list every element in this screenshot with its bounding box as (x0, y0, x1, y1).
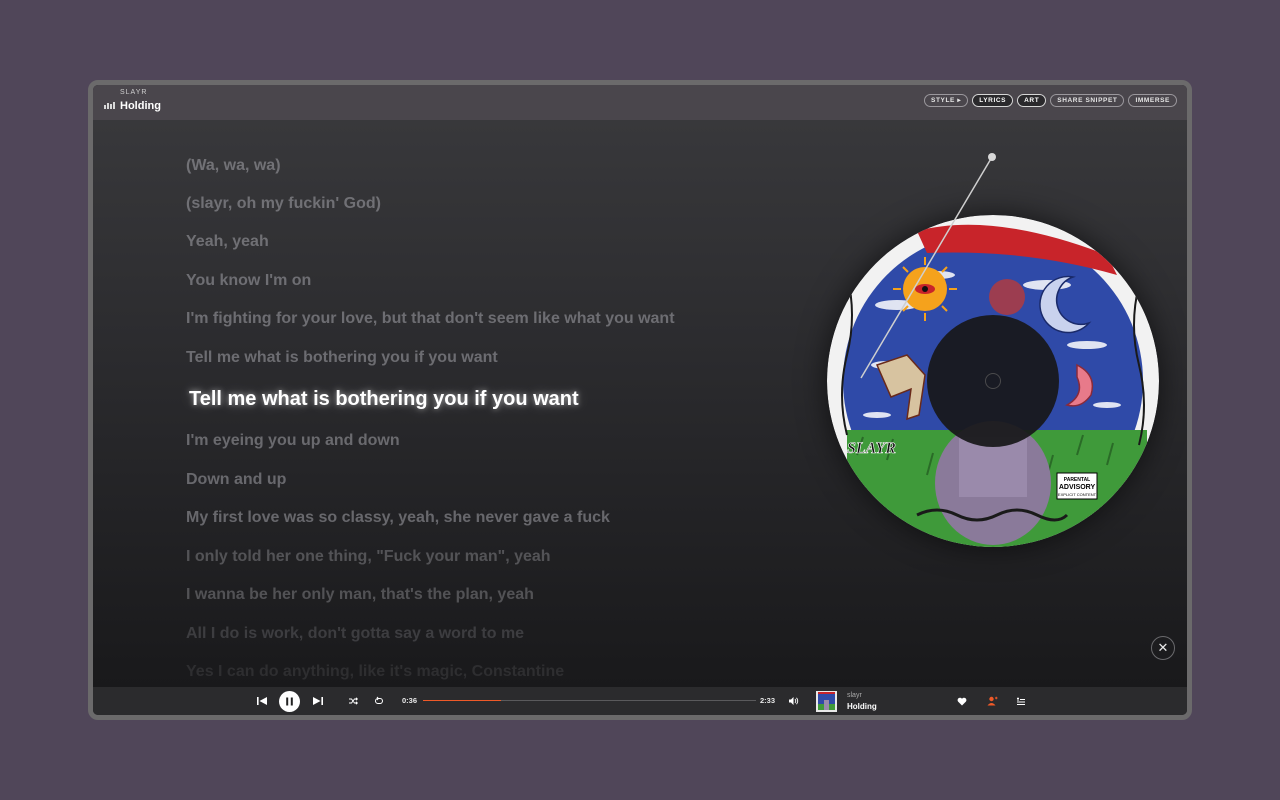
album-band-text: SLAYR (847, 440, 896, 457)
lyric-line[interactable]: (Wa, wa, wa) (186, 157, 281, 175)
style-button[interactable]: STYLE ▸ (924, 94, 969, 107)
duration-time: 2:33 (760, 696, 776, 705)
pause-icon (279, 690, 300, 712)
repeat-button[interactable] (373, 687, 385, 715)
lyric-line[interactable]: Tell me what is bothering you if you wan… (186, 349, 498, 367)
artist-name: SLAYR (120, 89, 148, 96)
pause-button[interactable] (279, 687, 300, 715)
now-playing-title[interactable]: Holding (847, 702, 877, 711)
follow-artist-button[interactable] (986, 687, 998, 715)
art-button[interactable]: ART (1017, 94, 1047, 107)
lyrics-stage: (Wa, wa, wa) (slayr, oh my fuckin' God) … (93, 120, 1187, 687)
volume-icon (788, 697, 798, 705)
shuffle-icon (349, 697, 358, 705)
view-options: STYLE ▸ LYRICS ART SHARE SNIPPET IMMERSE (924, 94, 1177, 107)
lyric-line[interactable]: My first love was so classy, yeah, she n… (186, 509, 610, 527)
queue-button[interactable] (1015, 687, 1027, 715)
parental-advisory-line1: PARENTAL (1064, 477, 1090, 483)
parental-advisory-line3: EXPLICIT CONTENT (1058, 492, 1097, 497)
elapsed-time: 0:36 (402, 696, 418, 705)
seek-bar-fill (423, 700, 502, 701)
vinyl-record: PARENTAL ADVISORY EXPLICIT CONTENT SLAYR (827, 215, 1159, 547)
lyrics-list[interactable]: (Wa, wa, wa) (slayr, oh my fuckin' God) … (186, 120, 806, 687)
lyric-line[interactable]: I only told her one thing, "Fuck your ma… (186, 548, 551, 566)
lyric-line[interactable]: All I do is work, don't gotta say a word… (186, 625, 524, 643)
track-title: Holding (120, 100, 161, 112)
lyric-line[interactable]: I'm fighting for your love, but that don… (186, 310, 675, 328)
album-art: PARENTAL ADVISORY EXPLICIT CONTENT SLAYR (827, 215, 1159, 547)
header-bar: SLAYR Holding STYLE ▸ LYRICS ART SHARE S… (93, 85, 1187, 120)
parental-advisory-line2: ADVISORY (1059, 484, 1096, 491)
lyric-line[interactable]: Down and up (186, 471, 286, 489)
lyric-line[interactable]: Yeah, yeah (186, 233, 269, 251)
lyric-line[interactable]: I wanna be her only man, that's the plan… (186, 586, 534, 604)
close-button[interactable]: ✕ (1151, 636, 1175, 660)
share-snippet-button[interactable]: SHARE SNIPPET (1050, 94, 1125, 107)
current-lyric-line[interactable]: Tell me what is bothering you if you wan… (189, 388, 579, 411)
volume-button[interactable] (787, 687, 799, 715)
now-playing-artist[interactable]: slayr (847, 692, 862, 699)
record-spindle (985, 373, 1001, 389)
lyric-line[interactable]: (slayr, oh my fuckin' God) (186, 195, 381, 213)
player-bar: 0:36 2:33 slayr Holding (93, 687, 1187, 715)
immerse-button[interactable]: IMMERSE (1128, 94, 1177, 107)
album-thumbnail[interactable] (816, 691, 837, 712)
previous-icon (257, 697, 267, 705)
repeat-icon (375, 696, 383, 704)
queue-icon (1017, 697, 1025, 705)
like-button[interactable] (956, 687, 968, 715)
equalizer-icon (104, 101, 115, 109)
lyric-line[interactable]: You know I'm on (186, 272, 311, 290)
next-icon (313, 697, 323, 705)
shuffle-button[interactable] (347, 687, 359, 715)
lyric-line[interactable]: Yes I can do anything, like it's magic, … (186, 663, 564, 681)
lyric-line[interactable]: I'm eyeing you up and down (186, 432, 400, 450)
previous-button[interactable] (255, 687, 269, 715)
follow-artist-icon (987, 696, 997, 706)
next-button[interactable] (311, 687, 325, 715)
heart-icon (957, 697, 967, 705)
player-window: SLAYR Holding STYLE ▸ LYRICS ART SHARE S… (88, 80, 1192, 720)
lyrics-button[interactable]: LYRICS (972, 94, 1014, 107)
seek-bar[interactable] (423, 700, 756, 701)
